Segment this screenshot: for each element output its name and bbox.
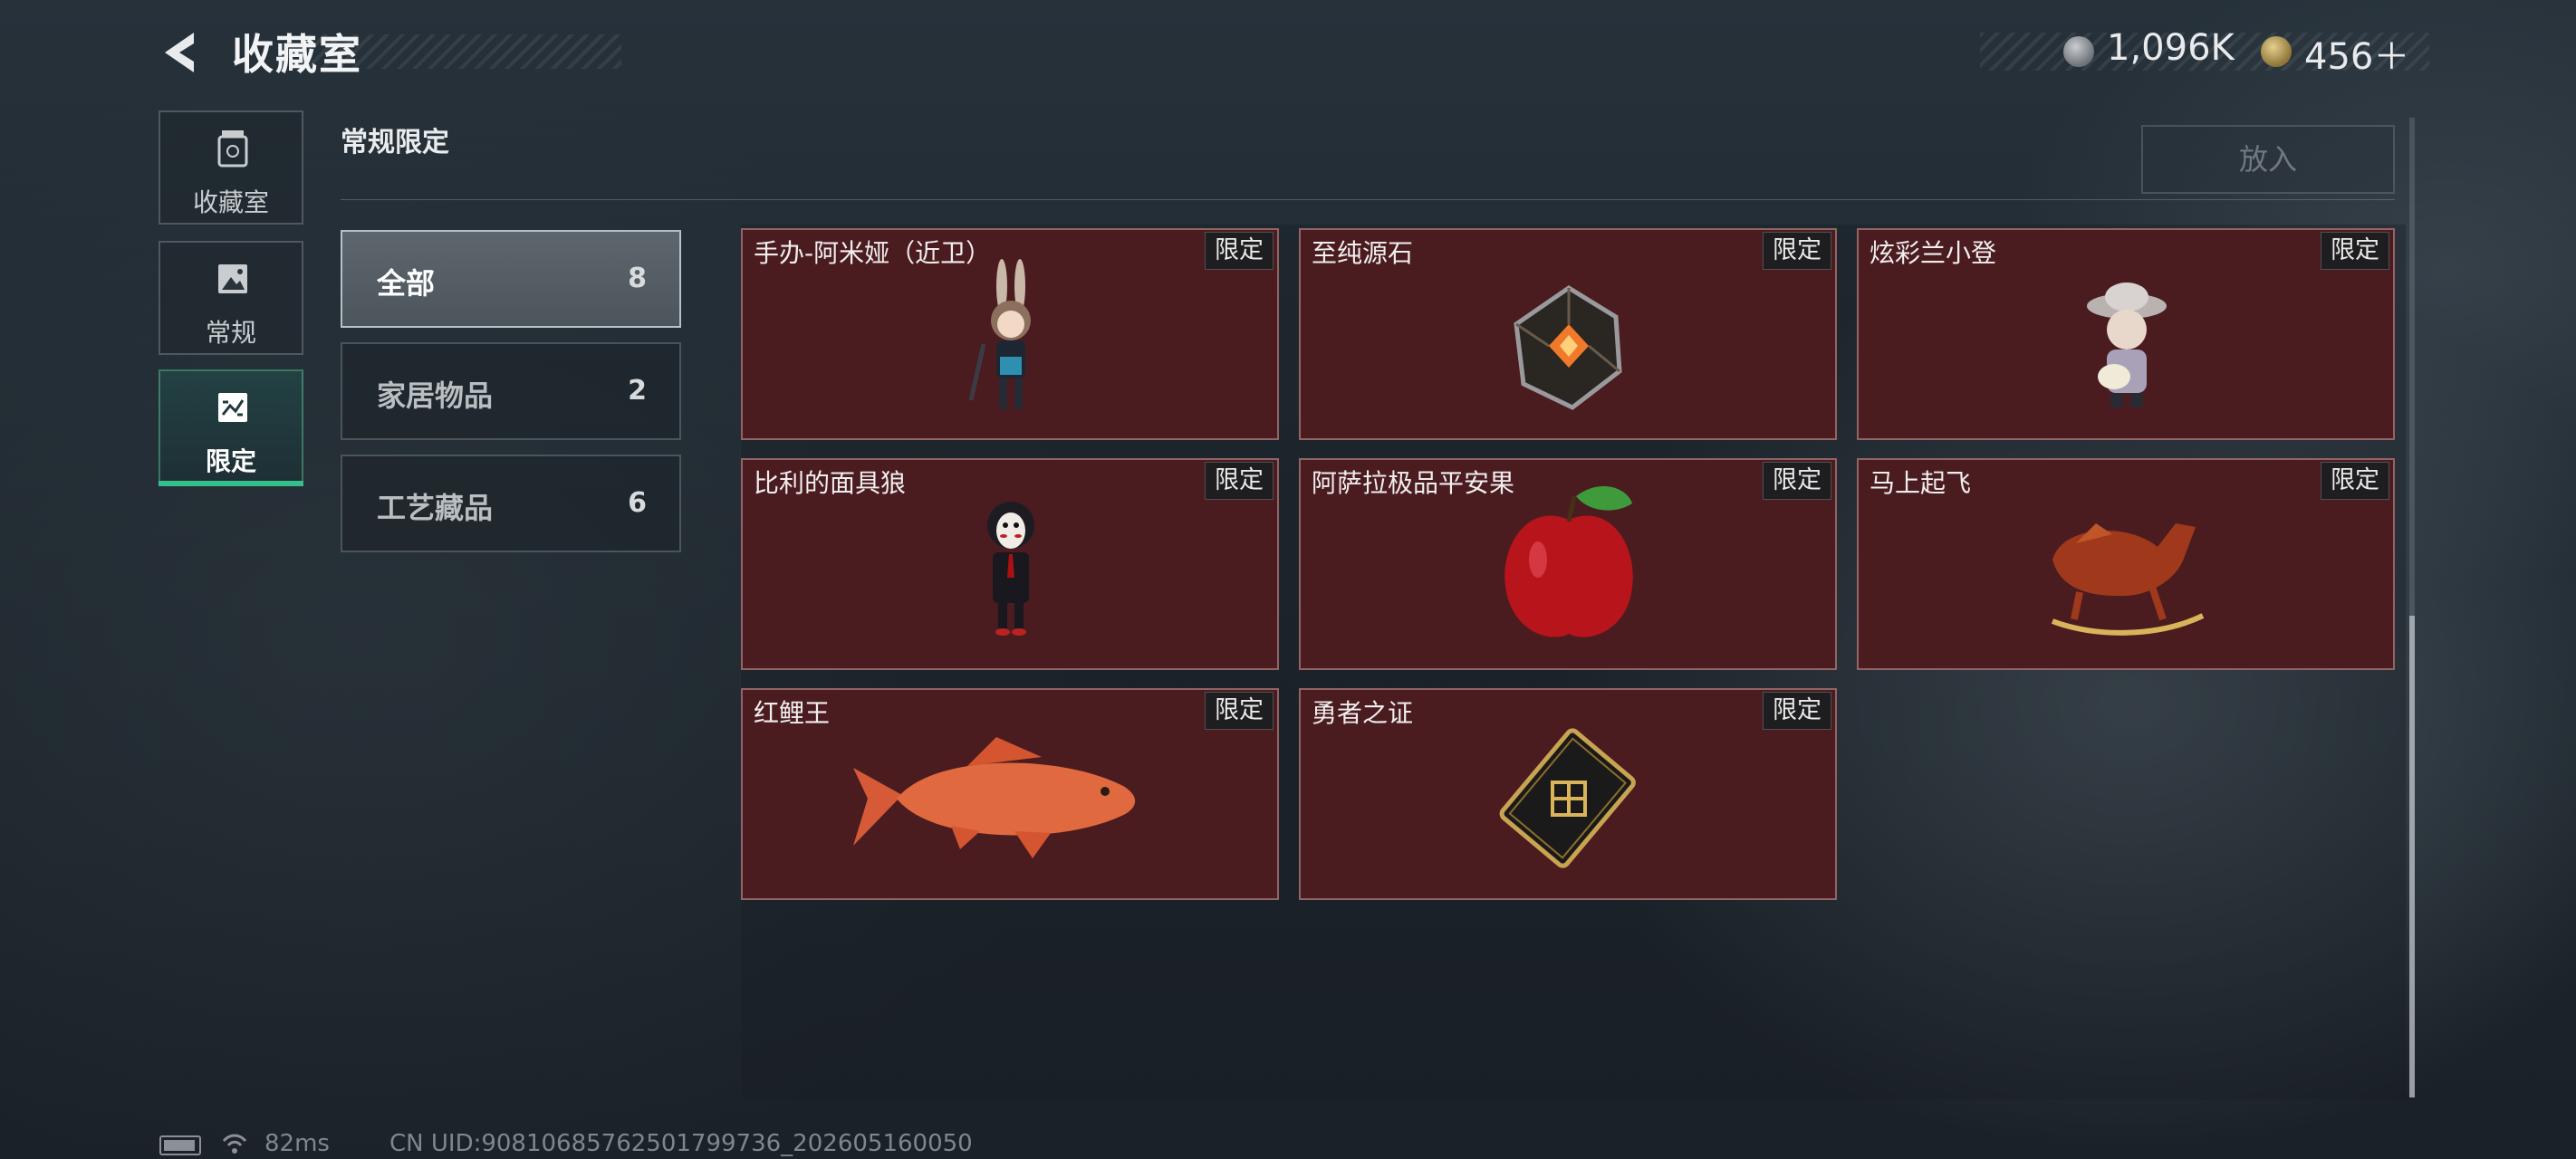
battery-icon xyxy=(159,1135,201,1155)
item-card-brave-badge[interactable]: 勇者之证 限定 xyxy=(1299,688,1837,900)
category-count: 6 xyxy=(628,487,647,519)
section-divider xyxy=(341,199,2395,200)
nav-item-limited[interactable]: 限定 xyxy=(159,369,303,484)
picture-icon xyxy=(218,264,247,293)
nav-item-collection-room[interactable]: 收藏室 xyxy=(159,110,303,225)
item-name: 红鲤王 xyxy=(754,698,831,728)
item-card-pure-originium[interactable]: 至纯源石 限定 xyxy=(1299,228,1837,440)
nav-label: 限定 xyxy=(205,446,256,476)
limited-tag: 限定 xyxy=(2321,232,2389,270)
item-name: 阿萨拉极品平安果 xyxy=(1312,468,1515,498)
limited-icon xyxy=(218,393,247,422)
item-name: 马上起飞 xyxy=(1870,468,1972,498)
category-count: 8 xyxy=(628,263,647,294)
nav-active-indicator xyxy=(159,481,303,486)
limited-tag: 限定 xyxy=(1763,232,1831,270)
category-tab-all[interactable]: 全部 8 xyxy=(341,230,681,328)
page-title: 收藏室 xyxy=(232,30,362,79)
wifi-icon xyxy=(222,1134,247,1154)
item-card-horse-takeoff[interactable]: 马上起飞 限定 xyxy=(1857,458,2395,670)
category-count: 2 xyxy=(628,375,647,407)
category-name: 工艺藏品 xyxy=(377,491,494,525)
item-card-peace-apple[interactable]: 阿萨拉极品平安果 限定 xyxy=(1299,458,1837,670)
currency1-amount: 1,096K xyxy=(2107,27,2235,69)
currency2-amount[interactable]: 456＋ xyxy=(2304,27,2409,80)
user-uid: CN UID:90810685762501799736_202605160050 xyxy=(389,1130,973,1157)
item-name: 手办-阿米娅（近卫） xyxy=(754,238,992,268)
nav-item-regular[interactable]: 常规 xyxy=(159,241,303,355)
gold-triangle-coin-icon xyxy=(2261,36,2292,67)
category-name: 家居物品 xyxy=(377,378,494,413)
limited-tag: 限定 xyxy=(1205,232,1274,270)
nav-label: 收藏室 xyxy=(192,187,269,217)
item-name: 比利的面具狼 xyxy=(754,468,907,498)
limited-tag: 限定 xyxy=(1763,692,1831,730)
item-name: 炫彩兰小登 xyxy=(1870,238,1997,268)
item-card-amiya-figure[interactable]: 手办-阿米娅（近卫） 限定 xyxy=(741,228,1279,440)
limited-tag: 限定 xyxy=(1205,692,1274,730)
silver-coin-icon xyxy=(2063,36,2094,67)
category-tab-home-items[interactable]: 家居物品 2 xyxy=(341,342,681,440)
limited-tag: 限定 xyxy=(2321,462,2389,500)
put-in-button[interactable]: 放入 xyxy=(2141,125,2395,194)
item-name: 至纯源石 xyxy=(1312,238,1414,268)
jar-icon xyxy=(217,130,248,168)
category-name: 全部 xyxy=(377,266,436,301)
back-arrow-icon xyxy=(165,33,194,72)
ping-latency: 82ms xyxy=(264,1130,330,1157)
item-name: 勇者之证 xyxy=(1312,698,1414,728)
item-card-colorful-figure[interactable]: 炫彩兰小登 限定 xyxy=(1857,228,2395,440)
category-tab-crafts[interactable]: 工艺藏品 6 xyxy=(341,455,681,552)
nav-label: 常规 xyxy=(205,318,256,348)
scrollbar-thumb[interactable] xyxy=(2409,616,2415,1097)
limited-tag: 限定 xyxy=(1763,462,1831,500)
section-title: 常规限定 xyxy=(341,127,449,158)
back-button[interactable] xyxy=(158,27,208,78)
limited-tag: 限定 xyxy=(1205,462,1274,500)
item-card-billy-mask-wolf[interactable]: 比利的面具狼 限定 xyxy=(741,458,1279,670)
item-card-red-carp-king[interactable]: 红鲤王 限定 xyxy=(741,688,1279,900)
